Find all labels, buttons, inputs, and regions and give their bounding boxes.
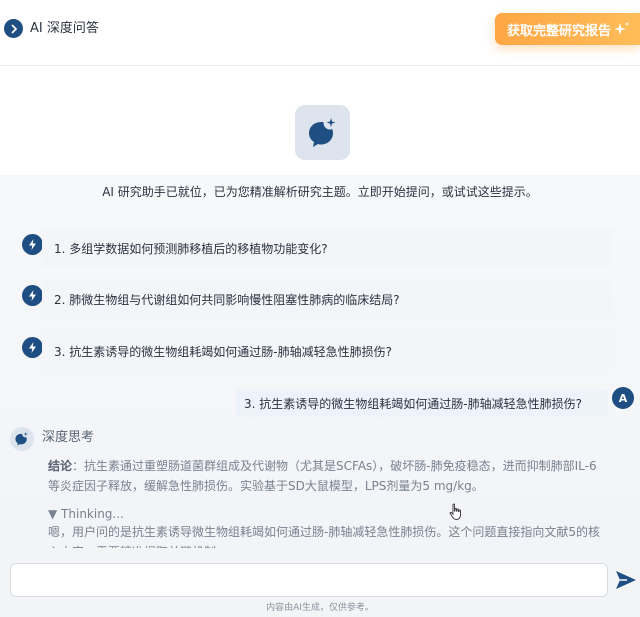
page-title: AI 深度问答 bbox=[30, 21, 99, 36]
lightning-bulb-icon bbox=[22, 337, 43, 358]
user-avatar: A bbox=[612, 387, 634, 409]
top-bar: AI 深度问答 获取完整研究报告 bbox=[0, 0, 640, 66]
input-bar: 内容由AI生成，仅供参考。 bbox=[0, 548, 640, 617]
suggestion-item-1[interactable]: 1. 多组学数据如何预测肺移植后的移植物功能变化? bbox=[42, 228, 612, 268]
report-button-label: 获取完整研究报告 bbox=[507, 23, 612, 39]
deep-thinking-title: 深度思考 bbox=[42, 430, 95, 445]
ai-bubble-icon bbox=[308, 117, 335, 147]
lightning-bulb-icon bbox=[22, 234, 43, 255]
user-message: 3. 抗生素诱导的微生物组耗竭如何通过肠-肺轴减轻急性肺损伤? bbox=[236, 389, 608, 417]
sparkle-icon bbox=[614, 22, 629, 35]
thinking-text: 嗯，用户问的是抗生素诱导微生物组耗竭如何通过肠-肺轴减轻急性肺损伤。这个问题直接… bbox=[48, 525, 600, 548]
chat-area[interactable]: AI 研究助手已就位，已为您精准解析研究主题。立即开始提问，或试试这些提示。 1… bbox=[0, 67, 640, 548]
send-icon[interactable] bbox=[614, 568, 638, 592]
chevron-right-icon bbox=[11, 24, 17, 33]
assistant-logo bbox=[295, 105, 350, 160]
intro-message: AI 研究助手已就位，已为您精准解析研究主题。立即开始提问，或试试这些提示。 bbox=[102, 185, 538, 199]
ai-disclaimer: 内容由AI生成，仅供参考。 bbox=[266, 603, 374, 613]
suggestion-item-3[interactable]: 3. 抗生素诱导的微生物组耗竭如何通过肠-肺轴减轻急性肺损伤? bbox=[42, 331, 612, 371]
suggestion-item-2[interactable]: 2. 肺微生物组与代谢组如何共同影响慢性阻塞性肺病的临床结局? bbox=[42, 279, 612, 319]
conclusion-text: 结论：抗生素通过重塑肠道菌群组成及代谢物（尤其是SCFAs），破坏肠-肺免疫稳态… bbox=[48, 456, 608, 496]
get-full-report-button[interactable]: 获取完整研究报告 bbox=[495, 13, 640, 45]
conclusion-label: 结论 bbox=[48, 459, 73, 473]
chat-input[interactable] bbox=[10, 563, 608, 597]
back-button[interactable] bbox=[4, 19, 23, 38]
lightning-bulb-icon bbox=[22, 285, 43, 306]
ai-avatar bbox=[10, 427, 34, 451]
ai-bubble-icon bbox=[15, 431, 28, 446]
hand-cursor-icon bbox=[449, 503, 461, 520]
conclusion-body: ：抗生素通过重塑肠道菌群组成及代谢物（尤其是SCFAs），破坏肠-肺免疫稳态，进… bbox=[48, 459, 597, 493]
thinking-toggle[interactable]: ▼ Thinking... bbox=[48, 505, 124, 523]
